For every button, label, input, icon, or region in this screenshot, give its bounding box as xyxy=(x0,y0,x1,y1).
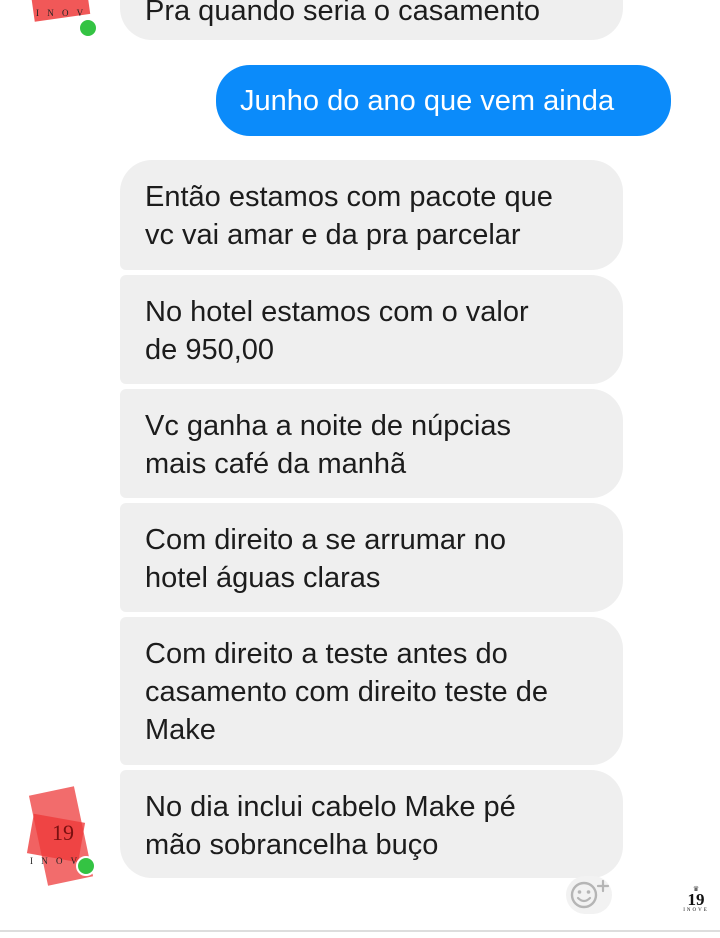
incoming-message: Com direito a se arrumar no hotel águas … xyxy=(120,503,623,612)
incoming-message: Vc ganha a noite de núpcias mais café da… xyxy=(120,389,623,498)
watermark-logo: ♛ 19 INOVE xyxy=(676,886,716,914)
message-text: Pra quando seria o casamento xyxy=(145,0,540,27)
watermark-number: 19 xyxy=(687,890,705,909)
online-status-dot xyxy=(76,856,96,876)
contact-avatar[interactable]: 19 I N O V xyxy=(24,786,100,890)
smile-plus-icon xyxy=(570,879,610,909)
divider xyxy=(0,930,720,932)
message-line: Então estamos com pacote que xyxy=(145,181,553,213)
watermark-text: INOVE xyxy=(683,908,709,913)
incoming-message: No dia inclui cabelo Make pé mão sobranc… xyxy=(120,770,623,878)
message-line: No hotel estamos com o valor xyxy=(145,296,529,328)
avatar-monogram: I N O V xyxy=(36,8,87,18)
message-text: Junho do ano que vem ainda xyxy=(240,85,615,117)
contact-avatar-top[interactable]: I N O V xyxy=(24,0,98,40)
message-line: Com direito a teste antes do xyxy=(145,638,508,670)
add-reaction-button[interactable] xyxy=(566,876,612,914)
incoming-message: Então estamos com pacote que vc vai amar… xyxy=(120,160,623,270)
message-line: de 950,00 xyxy=(145,334,275,366)
incoming-message: Com direito a teste antes do casamento c… xyxy=(120,617,623,765)
incoming-message: Pra quando seria o casamento xyxy=(120,0,623,40)
message-line: vc vai amar e da pra parcelar xyxy=(145,219,521,251)
message-line: mais café da manhã xyxy=(145,448,407,480)
message-line: Make xyxy=(145,714,216,746)
message-line: casamento com direito teste de xyxy=(145,676,548,708)
message-line: No dia inclui cabelo Make pé xyxy=(145,791,516,823)
message-line: hotel águas claras xyxy=(145,562,381,594)
message-line: mão sobrancelha buço xyxy=(145,829,439,861)
message-line: Vc ganha a noite de núpcias xyxy=(145,410,511,442)
avatar-monogram: I N O V xyxy=(30,856,81,866)
avatar-number: 19 xyxy=(52,820,74,845)
online-status-dot xyxy=(78,18,98,38)
outgoing-message: Junho do ano que vem ainda xyxy=(216,65,671,136)
message-line: Com direito a se arrumar no xyxy=(145,524,507,556)
incoming-message: No hotel estamos com o valor de 950,00 xyxy=(120,275,623,384)
